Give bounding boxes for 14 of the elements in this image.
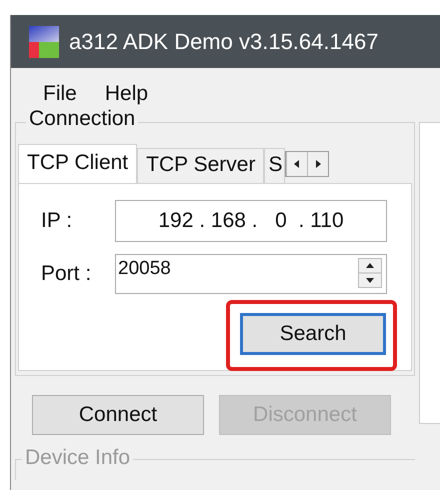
tab[interactable]: S	[264, 148, 286, 183]
app-icon	[29, 26, 59, 58]
menu-item[interactable]: File	[43, 82, 77, 104]
ip-address-field[interactable]: 192 . 168 . 0 . 110	[115, 200, 387, 242]
port-label: Port :	[41, 262, 92, 286]
spinner-icon[interactable]	[358, 258, 382, 288]
tab[interactable]: TCP Server	[137, 148, 264, 183]
window-title: a312 ADK Demo v3.15.64.1467	[69, 28, 378, 54]
tab[interactable]: TCP Client	[18, 144, 138, 183]
port-field[interactable]: 20058	[115, 254, 387, 294]
ip-label: IP :	[41, 209, 74, 233]
menu-item[interactable]: Help	[104, 82, 148, 104]
search-button[interactable]: Search	[240, 313, 386, 355]
connect-button[interactable]: Connect	[32, 395, 204, 435]
